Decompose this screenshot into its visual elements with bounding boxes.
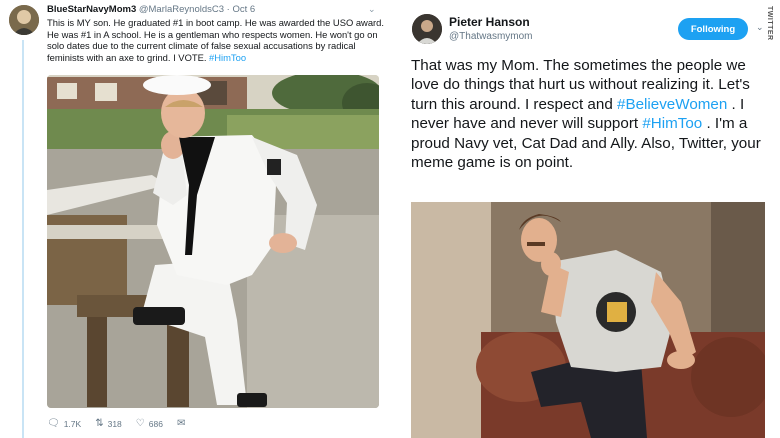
hashtag-link-believewomen[interactable]: #BelieveWomen	[617, 96, 727, 113]
left-tweet: BlueStarNavyMom3 @MarlaReynoldsC3 · Oct …	[0, 0, 392, 438]
message-icon: ✉	[176, 418, 186, 429]
tweet-text: That was my Mom. The sometimes the peopl…	[411, 56, 767, 172]
reply-icon: 🗨	[47, 418, 60, 429]
man-photo	[411, 202, 765, 438]
avatar[interactable]	[9, 5, 39, 35]
retweet-button[interactable]: ⇅ 318	[95, 418, 122, 429]
like-button[interactable]: ♡ 686	[136, 418, 163, 429]
hashtag-link[interactable]: #HimToo	[209, 52, 246, 63]
hashtag-link-himtoo[interactable]: #HimToo	[642, 115, 702, 132]
avatar[interactable]	[412, 14, 442, 44]
handle[interactable]: @MarlaReynoldsC3	[139, 4, 224, 15]
tweet-actions: 🗨 1.7K ⇅ 318 ♡ 686 ✉	[47, 418, 247, 429]
thread-line	[22, 40, 24, 438]
right-tweet: Pieter Hanson @Thatwasmymom Following ⌄ …	[402, 0, 780, 438]
tweet-photo[interactable]	[411, 202, 765, 438]
chevron-down-icon[interactable]: ⌄	[368, 4, 376, 15]
display-name[interactable]: Pieter Hanson	[449, 15, 530, 29]
display-name[interactable]: BlueStarNavyMom3	[47, 4, 136, 15]
avatar-image	[412, 14, 442, 44]
tweet-photo[interactable]	[47, 75, 379, 408]
tweet-header: BlueStarNavyMom3 @MarlaReynoldsC3 · Oct …	[47, 4, 255, 15]
handle[interactable]: @Thatwasmymom	[449, 31, 533, 42]
like-count: 686	[148, 418, 163, 429]
message-button[interactable]: ✉	[177, 418, 185, 429]
chevron-down-icon[interactable]: ⌄	[756, 22, 764, 33]
like-icon: ♡	[135, 418, 145, 429]
reply-button[interactable]: 🗨 1.7K	[47, 418, 81, 429]
following-button[interactable]: Following	[678, 18, 748, 40]
tweet-date[interactable]: Oct 6	[232, 4, 255, 15]
sailor-photo	[47, 75, 379, 408]
reply-count: 1.7K	[63, 418, 82, 429]
retweet-count: 318	[107, 418, 122, 429]
twitter-watermark: TWITTER	[766, 6, 773, 41]
retweet-icon: ⇅	[95, 418, 104, 429]
tweet-text: This is MY son. He graduated #1 in boot …	[47, 17, 385, 63]
separator: ·	[226, 4, 230, 15]
avatar-image	[9, 5, 39, 35]
